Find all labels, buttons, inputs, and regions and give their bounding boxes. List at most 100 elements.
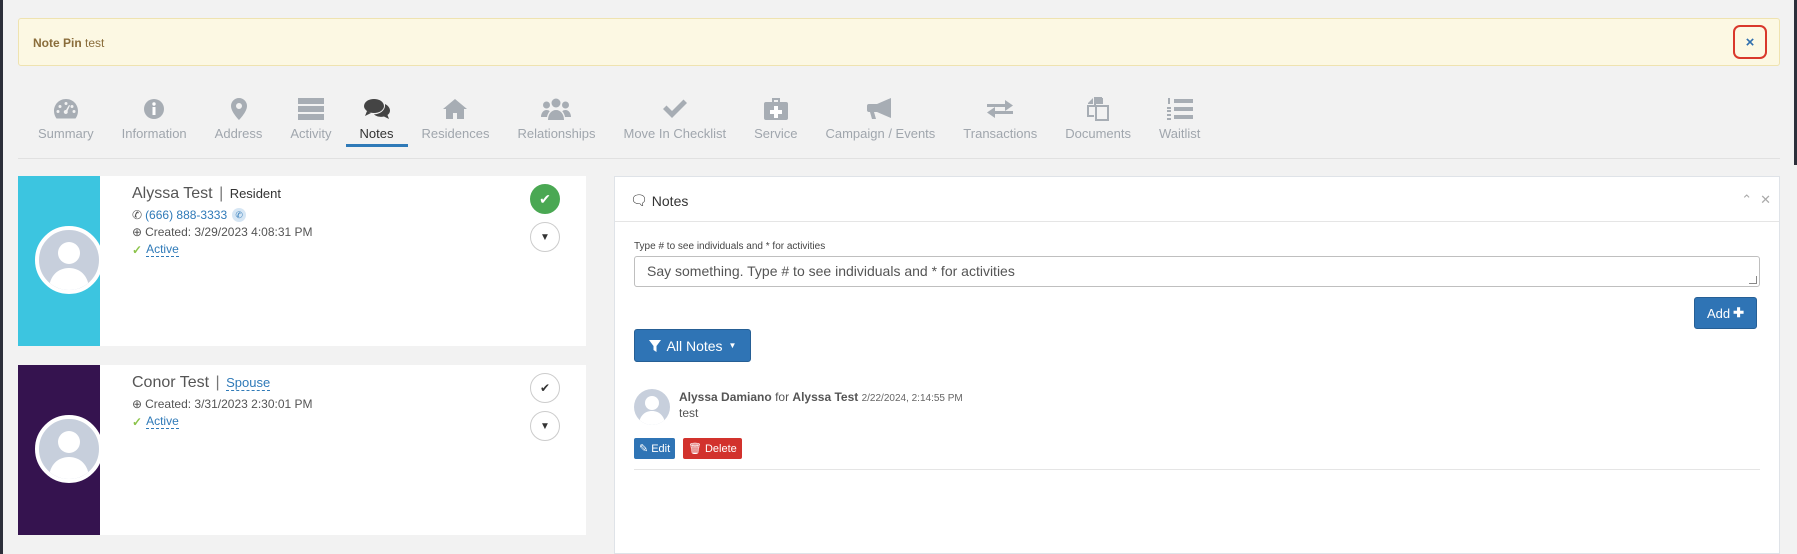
note-input[interactable]: Say something. Type # to see individuals…: [634, 256, 1760, 287]
check-icon: ✓: [132, 414, 143, 429]
bullhorn-icon: [867, 95, 893, 123]
created-date: Created: 3/29/2023 4:08:31 PM: [145, 225, 313, 239]
notes-panel: 🗨 Notes ⌃ ✕ Type # to see individuals an…: [614, 176, 1780, 554]
server-icon: [297, 95, 324, 123]
edit-label: Edit: [651, 442, 671, 455]
status-link[interactable]: Active: [146, 414, 179, 429]
resize-handle-icon[interactable]: [1749, 276, 1757, 284]
person-role-link[interactable]: Spouse: [226, 375, 271, 391]
tab-residences[interactable]: Residences: [408, 95, 504, 147]
check-icon: ✔: [539, 381, 551, 395]
tab-service[interactable]: Service: [740, 95, 811, 147]
note-divider: [634, 469, 1760, 470]
tab-label: Summary: [38, 126, 94, 141]
avatar[interactable]: [35, 226, 103, 294]
users-icon: [541, 95, 572, 123]
primary-check-button[interactable]: ✔: [530, 184, 560, 214]
input-hint: Type # to see individuals and * for acti…: [634, 241, 826, 252]
tab-relationships[interactable]: Relationships: [503, 95, 609, 147]
person-card: Alyssa Test | Resident ✆ (666) 888-3333 …: [18, 176, 586, 346]
trash-icon: 🗑: [688, 443, 702, 455]
delete-note-button[interactable]: 🗑 Delete: [683, 438, 742, 459]
close-icon[interactable]: ✕: [1760, 192, 1771, 208]
note-input-placeholder: Say something. Type # to see individuals…: [647, 263, 1015, 279]
close-pin-button[interactable]: ×: [1733, 25, 1767, 59]
person-name-line: Alyssa Test | Resident: [132, 185, 281, 203]
more-options-button[interactable]: ▼: [530, 411, 560, 441]
tab-label: Relationships: [517, 126, 596, 141]
created-line: ⊕ Created: 3/29/2023 4:08:31 PM: [132, 225, 313, 239]
profile-tabs: Summary Information Address Activity Not…: [24, 95, 1214, 147]
comments-icon: [363, 95, 390, 123]
tab-label: Documents: [1065, 126, 1131, 141]
collapse-icon[interactable]: ⌃: [1741, 192, 1752, 208]
medkit-icon: [763, 95, 788, 123]
check-icon: ✔: [539, 190, 551, 207]
tab-documents[interactable]: Documents: [1051, 95, 1145, 147]
add-note-button[interactable]: Add ✚: [1694, 297, 1757, 329]
status-line: ✓ Active: [132, 414, 179, 429]
notes-filter-dropdown[interactable]: All Notes ▼: [634, 329, 751, 362]
panel-controls: ⌃ ✕: [1741, 192, 1771, 208]
edit-note-button[interactable]: ✎ Edit: [634, 438, 676, 459]
check-icon: [662, 95, 687, 123]
note-body: test: [679, 406, 699, 420]
map-pin-icon: [230, 95, 247, 123]
created-line: ⊕ Created: 3/31/2023 2:30:01 PM: [132, 397, 313, 411]
tab-label: Waitlist: [1158, 126, 1201, 141]
person-card: Conor Test | Spouse ⊕ Created: 3/31/2023…: [18, 365, 586, 535]
tab-move-in-checklist[interactable]: Move In Checklist: [610, 95, 741, 147]
note-subject[interactable]: Alyssa Test: [792, 390, 858, 404]
tab-information[interactable]: Information: [108, 95, 201, 147]
status-line: ✓ Active: [132, 242, 179, 257]
panel-header: 🗨 Notes ⌃ ✕: [615, 177, 1779, 222]
tab-summary[interactable]: Summary: [24, 95, 108, 147]
tab-label: Activity: [290, 126, 332, 141]
status-link[interactable]: Active: [146, 242, 179, 257]
filter-icon: [648, 339, 661, 352]
window-edge: [0, 0, 3, 554]
list-ol-icon: [1166, 95, 1193, 123]
check-button[interactable]: ✔: [530, 373, 560, 403]
note-header: Alyssa Damiano for Alyssa Test 2/22/2024…: [679, 390, 963, 404]
tab-waitlist[interactable]: Waitlist: [1145, 95, 1214, 147]
more-options-button[interactable]: ▼: [530, 222, 560, 252]
person-name-line: Conor Test | Spouse: [132, 374, 271, 392]
home-icon: [443, 95, 468, 123]
plus-circle-icon: ⊕: [132, 397, 143, 411]
separator: |: [219, 185, 224, 202]
note-date: 2/22/2024, 2:14:55 PM: [861, 393, 963, 404]
tab-activity[interactable]: Activity: [276, 95, 345, 147]
tab-notes[interactable]: Notes: [345, 95, 408, 147]
note-author[interactable]: Alyssa Damiano: [679, 390, 772, 404]
plus-icon: ✚: [1733, 305, 1745, 320]
copy-icon: [1086, 95, 1110, 123]
tab-campaign-events[interactable]: Campaign / Events: [811, 95, 949, 147]
avatar[interactable]: [35, 415, 103, 483]
tab-label: Service: [754, 126, 798, 141]
tab-label: Notes: [359, 126, 394, 141]
tab-label: Campaign / Events: [825, 126, 936, 141]
created-date: Created: 3/31/2023 2:30:01 PM: [145, 397, 313, 411]
tab-address[interactable]: Address: [201, 95, 277, 147]
panel-title-text: Notes: [651, 192, 689, 209]
separator: |: [215, 374, 220, 391]
note-pin-content: test: [85, 36, 105, 50]
person-role: Resident: [229, 186, 281, 201]
tab-label: Information: [121, 126, 187, 141]
tab-transactions[interactable]: Transactions: [949, 95, 1051, 147]
note-pin-banner: Note Pin test ×: [18, 18, 1780, 66]
plus-circle-icon: ⊕: [132, 225, 143, 239]
info-icon: [143, 95, 165, 123]
note-pin-title: Note Pin: [33, 36, 82, 50]
tab-label: Address: [214, 126, 263, 141]
phone-line: ✆ (666) 888-3333 ✆: [132, 208, 247, 222]
person-name: Conor Test: [132, 374, 210, 391]
note-for-word: for: [775, 390, 790, 404]
call-icon[interactable]: ✆: [232, 208, 247, 222]
phone-link[interactable]: (666) 888-3333: [145, 208, 227, 222]
person-name: Alyssa Test: [132, 185, 213, 202]
tabs-divider: [18, 158, 1780, 159]
dashboard-icon: [53, 95, 79, 123]
add-label: Add: [1706, 305, 1731, 321]
